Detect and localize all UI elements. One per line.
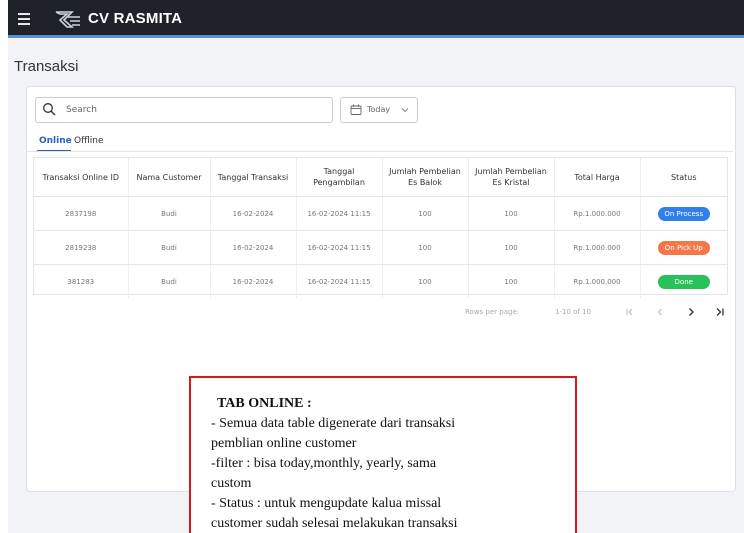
top-bar: CV RASMITA <box>8 0 744 38</box>
status-badge[interactable]: On Process <box>657 206 710 221</box>
cell-transaction-date: 16-02-2024 <box>210 264 297 298</box>
cell-transaction-date: 16-02-2024 <box>210 196 297 231</box>
column-header[interactable]: Total Harga <box>554 158 641 197</box>
column-header[interactable]: Transaksi Online ID <box>34 158 129 197</box>
cell-pickup-date: 16-02-2024 11:15 <box>296 196 383 231</box>
transactions-table: Transaksi Online ID Nama Customer Tangga… <box>33 157 728 298</box>
table-row[interactable]: 2837198 Budi 16-02-2024 16-02-2024 11:15… <box>34 196 727 231</box>
note-line: - Semua data table digenerate dari trans… <box>211 416 456 431</box>
next-page-icon[interactable] <box>684 305 698 319</box>
cell-status: On Pick Up <box>640 230 727 265</box>
table-header-row: Transaksi Online ID Nama Customer Tangga… <box>34 158 727 197</box>
cell-transaction-id: 2837198 <box>34 196 129 231</box>
cell-status: Done <box>640 265 727 299</box>
cell-es-kristal: 100 <box>468 230 555 265</box>
cell-customer: Budi <box>128 230 211 265</box>
brand-name: CV RASMITA <box>88 10 183 27</box>
note-line: customer sudah selesai melakukan transak… <box>211 516 458 531</box>
note-line: pemblian online customer <box>211 436 357 451</box>
cell-es-kristal: 100 <box>468 264 555 298</box>
first-page-icon[interactable] <box>623 305 637 319</box>
tab-online[interactable]: Online <box>39 136 72 146</box>
column-header[interactable]: Tanggal Transaksi <box>210 158 297 197</box>
column-header[interactable]: Nama Customer <box>128 158 211 197</box>
tab-divider <box>27 151 733 152</box>
search-input[interactable] <box>64 101 318 119</box>
cell-es-balok: 100 <box>382 264 469 298</box>
column-header[interactable]: Status <box>640 158 727 197</box>
table-row[interactable]: 381283 Budi 16-02-2024 16-02-2024 11:15 … <box>34 264 727 299</box>
status-badge[interactable]: On Pick Up <box>657 240 710 255</box>
status-badge[interactable]: Done <box>657 274 710 289</box>
last-page-icon[interactable] <box>713 305 727 319</box>
cell-transaction-id: 2819238 <box>34 230 129 265</box>
cell-customer: Budi <box>128 264 211 298</box>
note-line: custom <box>211 476 252 491</box>
app-window: CV RASMITA Transaksi Today Online <box>8 0 744 533</box>
menu-icon[interactable] <box>18 13 30 25</box>
note-line: - Status : untuk mengupdate kalua missal <box>211 496 442 511</box>
cell-es-balok: 100 <box>382 230 469 265</box>
cell-total: Rp.1.000.000 <box>554 264 641 298</box>
note-title: TAB ONLINE : <box>217 396 312 411</box>
cell-total: Rp.1.000.000 <box>554 230 641 265</box>
cell-transaction-date: 16-02-2024 <box>210 230 297 265</box>
date-filter-value: Today <box>367 105 391 114</box>
cell-customer: Budi <box>128 196 211 231</box>
cell-es-kristal: 100 <box>468 196 555 231</box>
rows-per-page-label: Rows per page: <box>465 308 520 316</box>
column-header[interactable]: Tanggal Pengambilan <box>296 158 383 197</box>
previous-page-icon[interactable] <box>653 305 667 319</box>
column-header[interactable]: Jumlah Pembelian Es Kristal <box>468 158 555 197</box>
topbar-accent-line <box>8 35 744 38</box>
annotation-note: TAB ONLINE : - Semua data table digenera… <box>189 376 577 533</box>
pagination: Rows per page: 1-10 of 10 <box>27 305 733 321</box>
tab-bar: Online Offline <box>27 131 733 152</box>
column-header[interactable]: Jumlah Pembelian Es Balok <box>382 158 469 197</box>
date-filter-select[interactable]: Today <box>340 97 418 123</box>
cell-pickup-date: 16-02-2024 11:15 <box>296 230 383 265</box>
cell-pickup-date: 16-02-2024 11:15 <box>296 264 383 298</box>
cell-status: On Process <box>640 196 727 231</box>
chevron-down-icon <box>401 108 409 113</box>
cell-total: Rp.1.000.000 <box>554 196 641 231</box>
search-box <box>35 97 333 123</box>
page-range: 1-10 of 10 <box>555 308 591 316</box>
search-icon <box>43 103 56 116</box>
page-title: Transaksi <box>14 58 79 75</box>
logo-icon <box>55 11 80 28</box>
cell-transaction-id: 381283 <box>34 264 129 298</box>
cell-es-balok: 100 <box>382 196 469 231</box>
table-row[interactable]: 2819238 Budi 16-02-2024 16-02-2024 11:15… <box>34 230 727 265</box>
note-line: -filter : bisa today,monthly, yearly, sa… <box>211 456 437 471</box>
tab-offline[interactable]: Offline <box>74 136 104 146</box>
calendar-icon <box>350 104 362 115</box>
